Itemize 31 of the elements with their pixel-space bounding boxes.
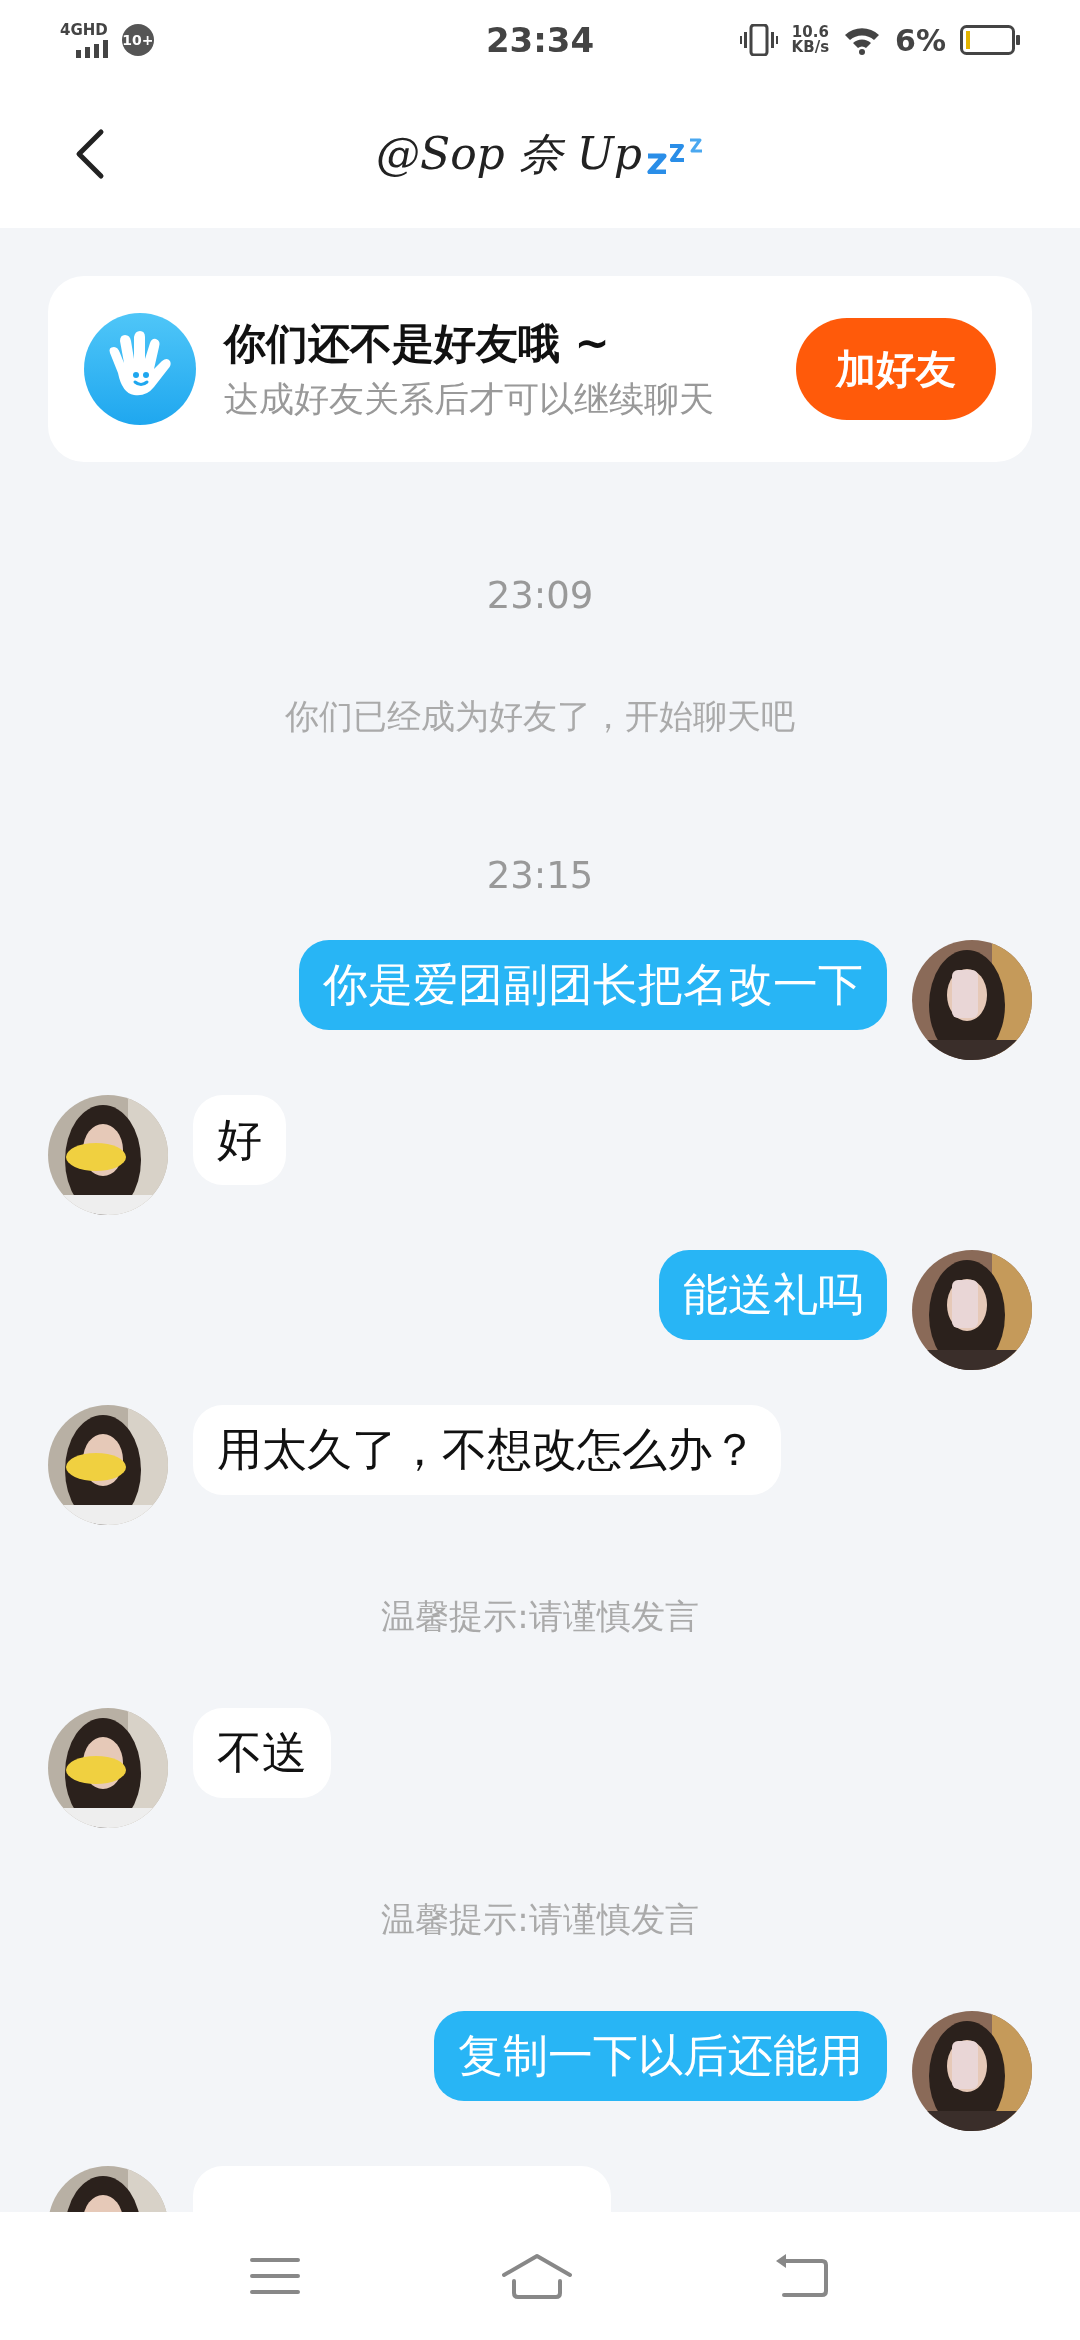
message-time: 23:09 xyxy=(486,573,594,617)
waving-hand-icon xyxy=(84,313,196,425)
message-bubble: 你是爱团副团长把名改一下 xyxy=(299,940,887,1030)
chat-title: @Sop 奈 Up xyxy=(376,126,642,181)
speed-unit: KB/s xyxy=(791,40,830,55)
clock: 23:34 xyxy=(485,20,595,60)
message-bubble: 能送礼吗 xyxy=(659,1250,887,1340)
system-message: 你们已经成为好友了，开始聊天吧 xyxy=(285,695,795,738)
message-time: 23:15 xyxy=(486,853,594,897)
network-type: 4GHD xyxy=(60,22,108,38)
vibrate-icon xyxy=(739,24,778,56)
home-icon xyxy=(501,2253,573,2299)
menu-icon xyxy=(250,2256,301,2296)
network-speed: 10.6 xyxy=(791,25,829,40)
wifi-icon xyxy=(843,25,882,55)
notice-title: 你们还不是好友哦 ~ xyxy=(224,317,611,370)
message-bubble: 不送 xyxy=(193,1708,331,1798)
message-bubble: 好 xyxy=(193,1095,286,1185)
add-friend-button[interactable]: 加好友 xyxy=(796,318,996,420)
system-message: 温馨提示:请谨慎发言 xyxy=(381,1595,699,1638)
system-message: 温馨提示:请谨慎发言 xyxy=(381,1898,699,1941)
battery-icon xyxy=(960,25,1020,55)
notification-count: 10+ xyxy=(121,24,154,56)
message-bubble: 用太久了，不想改怎么办？ xyxy=(193,1405,781,1495)
signal-icon xyxy=(75,39,108,58)
menu-button[interactable] xyxy=(250,2256,301,2296)
chevron-left-icon xyxy=(75,128,105,180)
notice-subtitle: 达成好友关系后才可以继续聊天 xyxy=(224,377,715,421)
home-button[interactable] xyxy=(501,2253,573,2299)
message-bubble: 复制一下以后还能用 xyxy=(434,2011,887,2101)
battery-percent: 6% xyxy=(895,22,946,58)
